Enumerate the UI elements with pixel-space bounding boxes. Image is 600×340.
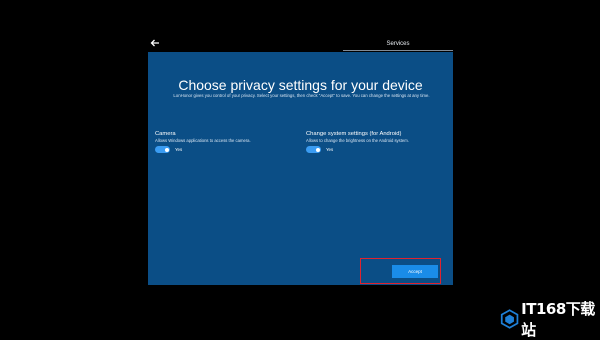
page-title: Choose privacy settings for your device [178, 77, 423, 93]
privacy-dialog: Choose privacy settings for your device … [148, 52, 453, 285]
toggle-knob [315, 147, 320, 152]
toggle-state-label: Yes [326, 147, 334, 152]
watermark: IT168下载站 [500, 300, 598, 339]
setting-change-system-settings: Change system settings (for Android) All… [306, 131, 456, 154]
toggle-knob [164, 147, 169, 152]
setting-description: Allows to change the brightness on the A… [306, 138, 409, 143]
page-subtitle: LonHonor gives you control of your priva… [173, 93, 430, 98]
toggle-state-label: Yes [175, 147, 183, 152]
toggle-row: Yes [155, 145, 305, 154]
accept-button[interactable]: Accept [392, 265, 438, 278]
setting-camera: Camera Allows Windows applications to ac… [155, 131, 305, 154]
tab-services[interactable]: Services [343, 41, 453, 47]
back-arrow-icon[interactable] [149, 36, 161, 48]
system-settings-toggle[interactable] [306, 146, 321, 153]
setting-title: Camera [155, 131, 176, 137]
setting-title: Change system settings (for Android) [306, 131, 402, 137]
toggle-row: Yes [306, 145, 456, 154]
setting-description: Allows Windows applications to access th… [155, 138, 251, 143]
watermark-text: IT168下载站 [521, 300, 595, 339]
tab-underline [343, 50, 453, 51]
watermark-logo-icon [500, 309, 519, 329]
camera-toggle[interactable] [155, 146, 170, 153]
